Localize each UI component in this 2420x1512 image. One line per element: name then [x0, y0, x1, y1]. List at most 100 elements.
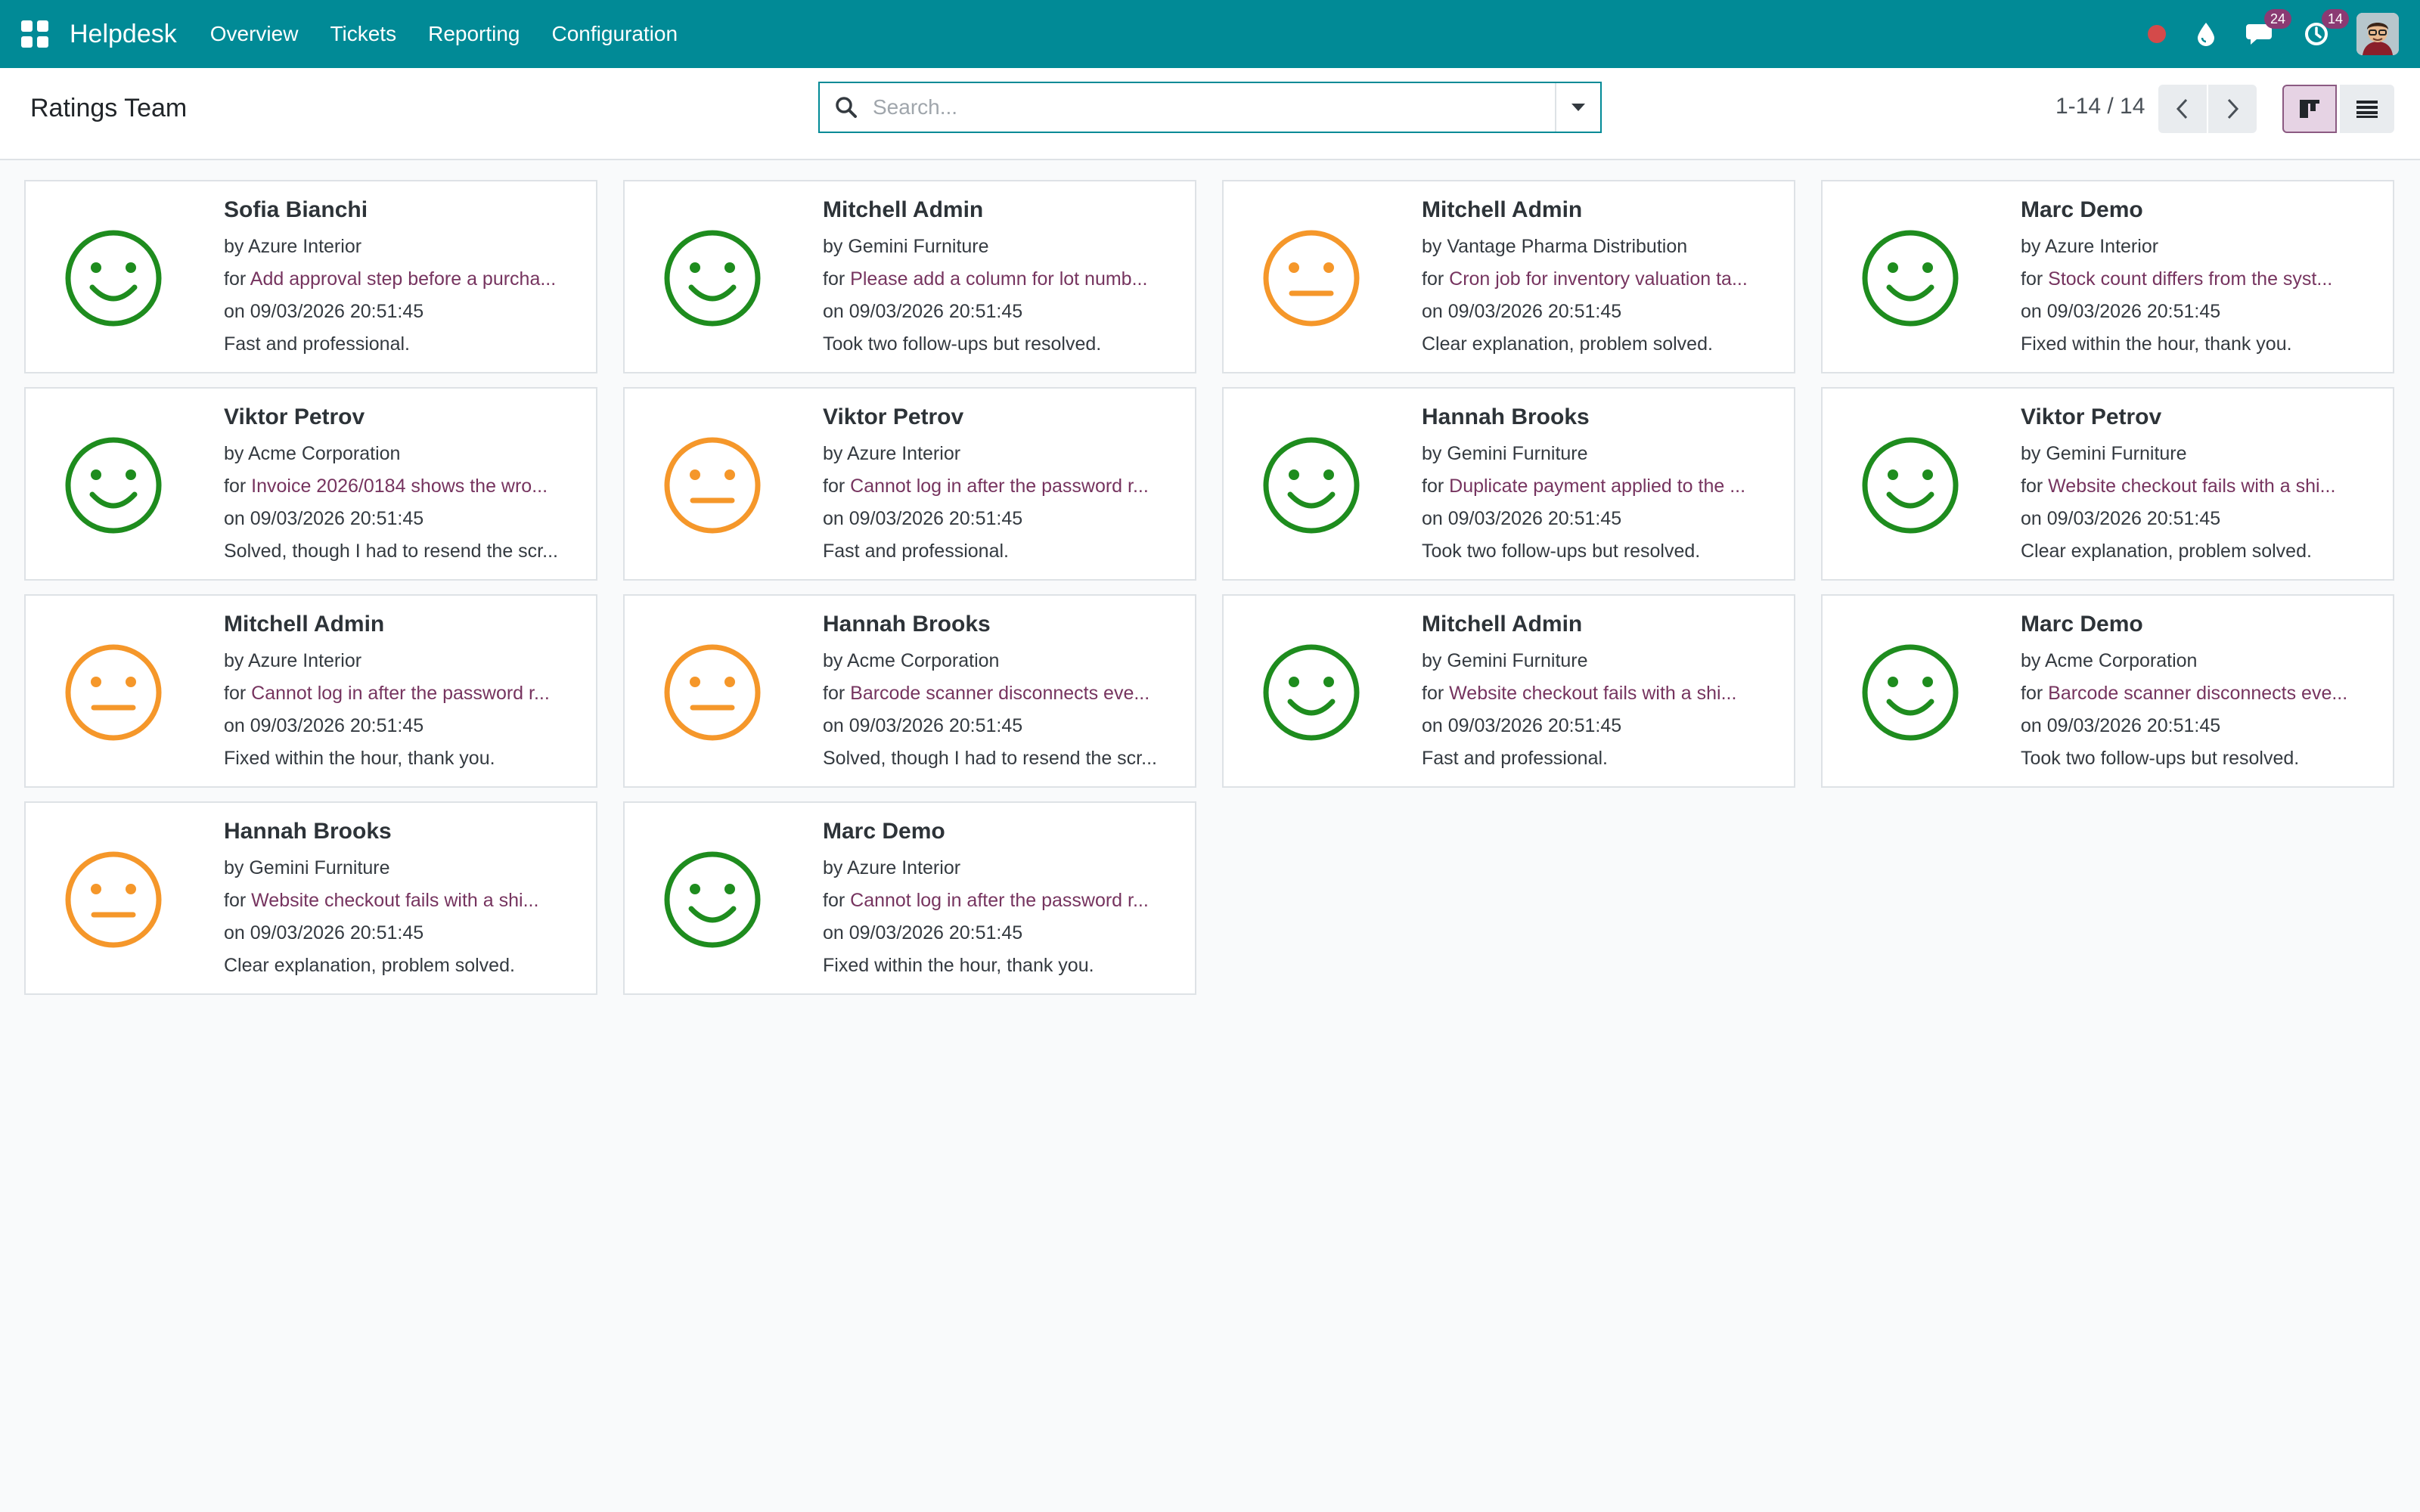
- rating-date: on 09/03/2026 20:51:45: [224, 715, 424, 736]
- for-prefix: for: [823, 890, 845, 911]
- neutral-face-icon: [1263, 230, 1360, 327]
- recording-indicator[interactable]: [2148, 25, 2166, 43]
- ratings-kanban: Sofia Bianchi by Azure Interior for Add …: [24, 180, 2394, 995]
- user-avatar[interactable]: [2356, 13, 2399, 55]
- by-prefix: by: [823, 857, 843, 878]
- rating-card[interactable]: Viktor Petrov by Gemini Furniture for We…: [1821, 387, 2394, 581]
- rating-card[interactable]: Marc Demo by Azure Interior for Stock co…: [1821, 180, 2394, 373]
- for-prefix: for: [224, 683, 247, 704]
- customer-line: by Azure Interior: [823, 442, 1178, 465]
- rating-card[interactable]: Mitchell Admin by Azure Interior for Can…: [24, 594, 597, 788]
- customer-name: Azure Interior: [2044, 236, 2159, 257]
- ticket-link[interactable]: Barcode scanner disconnects eve...: [850, 683, 1150, 704]
- rating-date: on 09/03/2026 20:51:45: [224, 508, 424, 529]
- customer-name: Azure Interior: [846, 857, 961, 878]
- ticket-line: for Add approval step before a purcha...: [224, 268, 579, 290]
- activities-button[interactable]: 14: [2304, 9, 2349, 47]
- menu-configuration[interactable]: Configuration: [552, 22, 678, 46]
- ticket-link[interactable]: Please add a column for lot numb...: [850, 268, 1147, 290]
- card-body: Hannah Brooks by Gemini Furniture for We…: [224, 818, 579, 977]
- rating-card[interactable]: Hannah Brooks by Gemini Furniture for Du…: [1222, 387, 1795, 581]
- ticket-link[interactable]: Cannot log in after the password r...: [850, 476, 1149, 497]
- for-prefix: for: [2021, 268, 2043, 290]
- voip-button[interactable]: [2195, 21, 2217, 47]
- rating-card[interactable]: Hannah Brooks by Gemini Furniture for We…: [24, 801, 597, 995]
- messages-button[interactable]: 24: [2246, 9, 2291, 47]
- ticket-link[interactable]: Cron job for inventory valuation ta...: [1449, 268, 1748, 290]
- for-prefix: for: [2021, 476, 2043, 497]
- search-bar: [818, 82, 1602, 133]
- ticket-line: for Stock count differs from the syst...: [2021, 268, 2376, 290]
- menu-reporting[interactable]: Reporting: [428, 22, 520, 46]
- rating-feedback: Fixed within the hour, thank you.: [224, 748, 495, 769]
- by-prefix: by: [224, 650, 244, 671]
- ticket-link[interactable]: Cannot log in after the password r...: [251, 683, 550, 704]
- kanban-view-button[interactable]: [2282, 85, 2337, 133]
- by-prefix: by: [823, 236, 843, 257]
- ticket-link[interactable]: Website checkout fails with a shi...: [1449, 683, 1736, 704]
- for-prefix: for: [224, 890, 247, 911]
- ticket-link[interactable]: Add approval step before a purcha...: [250, 268, 556, 290]
- pager-next-button[interactable]: [2208, 85, 2257, 133]
- neutral-face-icon: [664, 437, 761, 534]
- top-navbar: Helpdesk Overview Tickets Reporting Conf…: [0, 0, 2420, 68]
- rating-feedback: Took two follow-ups but resolved.: [823, 333, 1102, 355]
- for-prefix: for: [823, 268, 845, 290]
- card-body: Marc Demo by Azure Interior for Stock co…: [2021, 197, 2376, 355]
- apps-menu-icon[interactable]: [21, 20, 48, 48]
- customer-line: by Gemini Furniture: [224, 857, 579, 879]
- rated-by-name: Marc Demo: [823, 819, 945, 844]
- chevron-right-icon: [2227, 98, 2239, 119]
- by-prefix: by: [2021, 650, 2041, 671]
- ticket-link[interactable]: Duplicate payment applied to the ...: [1449, 476, 1745, 497]
- for-prefix: for: [823, 476, 845, 497]
- caret-down-icon: [1571, 104, 1585, 111]
- pager-value[interactable]: 1-14 / 14: [2055, 94, 2145, 119]
- customer-line: by Gemini Furniture: [1422, 442, 1777, 465]
- rating-feedback: Took two follow-ups but resolved.: [2021, 748, 2300, 769]
- card-body: Mitchell Admin by Gemini Furniture for W…: [1422, 611, 1777, 770]
- rating-card[interactable]: Marc Demo by Azure Interior for Cannot l…: [623, 801, 1196, 995]
- rating-date: on 09/03/2026 20:51:45: [1422, 508, 1622, 529]
- rating-card[interactable]: Mitchell Admin by Gemini Furniture for P…: [623, 180, 1196, 373]
- ticket-link[interactable]: Invoice 2026/0184 shows the wro...: [251, 476, 548, 497]
- customer-name: Azure Interior: [247, 236, 362, 257]
- kanban-view-icon: [2300, 100, 2319, 118]
- rating-date: on 09/03/2026 20:51:45: [1422, 301, 1622, 322]
- smile-face-icon: [1862, 230, 1959, 327]
- rated-by-name: Hannah Brooks: [224, 819, 392, 844]
- ticket-link[interactable]: Website checkout fails with a shi...: [2048, 476, 2335, 497]
- rating-card[interactable]: Hannah Brooks by Acme Corporation for Ba…: [623, 594, 1196, 788]
- rating-card[interactable]: Viktor Petrov by Azure Interior for Cann…: [623, 387, 1196, 581]
- rating-date: on 09/03/2026 20:51:45: [2021, 508, 2221, 529]
- ticket-link[interactable]: Website checkout fails with a shi...: [251, 890, 538, 911]
- menu-overview[interactable]: Overview: [210, 22, 299, 46]
- rated-by-name: Hannah Brooks: [823, 612, 991, 637]
- customer-line: by Azure Interior: [823, 857, 1178, 879]
- ticket-line: for Cannot log in after the password r..…: [823, 475, 1178, 497]
- rating-card[interactable]: Viktor Petrov by Acme Corporation for In…: [24, 387, 597, 581]
- card-body: Hannah Brooks by Acme Corporation for Ba…: [823, 611, 1178, 770]
- list-view-button[interactable]: [2340, 85, 2394, 133]
- search-input[interactable]: [873, 85, 1555, 130]
- customer-name: Azure Interior: [846, 443, 961, 464]
- app-brand[interactable]: Helpdesk: [70, 20, 177, 49]
- ticket-link[interactable]: Stock count differs from the syst...: [2048, 268, 2332, 290]
- customer-line: by Azure Interior: [224, 235, 579, 258]
- rating-card[interactable]: Mitchell Admin by Gemini Furniture for W…: [1222, 594, 1795, 788]
- ticket-link[interactable]: Barcode scanner disconnects eve...: [2048, 683, 2347, 704]
- rating-card[interactable]: Mitchell Admin by Vantage Pharma Distrib…: [1222, 180, 1795, 373]
- rating-card[interactable]: Sofia Bianchi by Azure Interior for Add …: [24, 180, 597, 373]
- ticket-line: for Cannot log in after the password r..…: [823, 889, 1178, 912]
- rating-date: on 09/03/2026 20:51:45: [1422, 715, 1622, 736]
- customer-line: by Vantage Pharma Distribution: [1422, 235, 1777, 258]
- rating-card[interactable]: Marc Demo by Acme Corporation for Barcod…: [1821, 594, 2394, 788]
- pager-previous-button[interactable]: [2158, 85, 2207, 133]
- search-options-toggle[interactable]: [1555, 83, 1600, 132]
- by-prefix: by: [1422, 650, 1442, 671]
- rated-by-name: Mitchell Admin: [823, 197, 984, 222]
- rating-feedback: Fast and professional.: [823, 541, 1009, 562]
- neutral-face-icon: [65, 644, 162, 741]
- ticket-link[interactable]: Cannot log in after the password r...: [850, 890, 1149, 911]
- menu-tickets[interactable]: Tickets: [330, 22, 396, 46]
